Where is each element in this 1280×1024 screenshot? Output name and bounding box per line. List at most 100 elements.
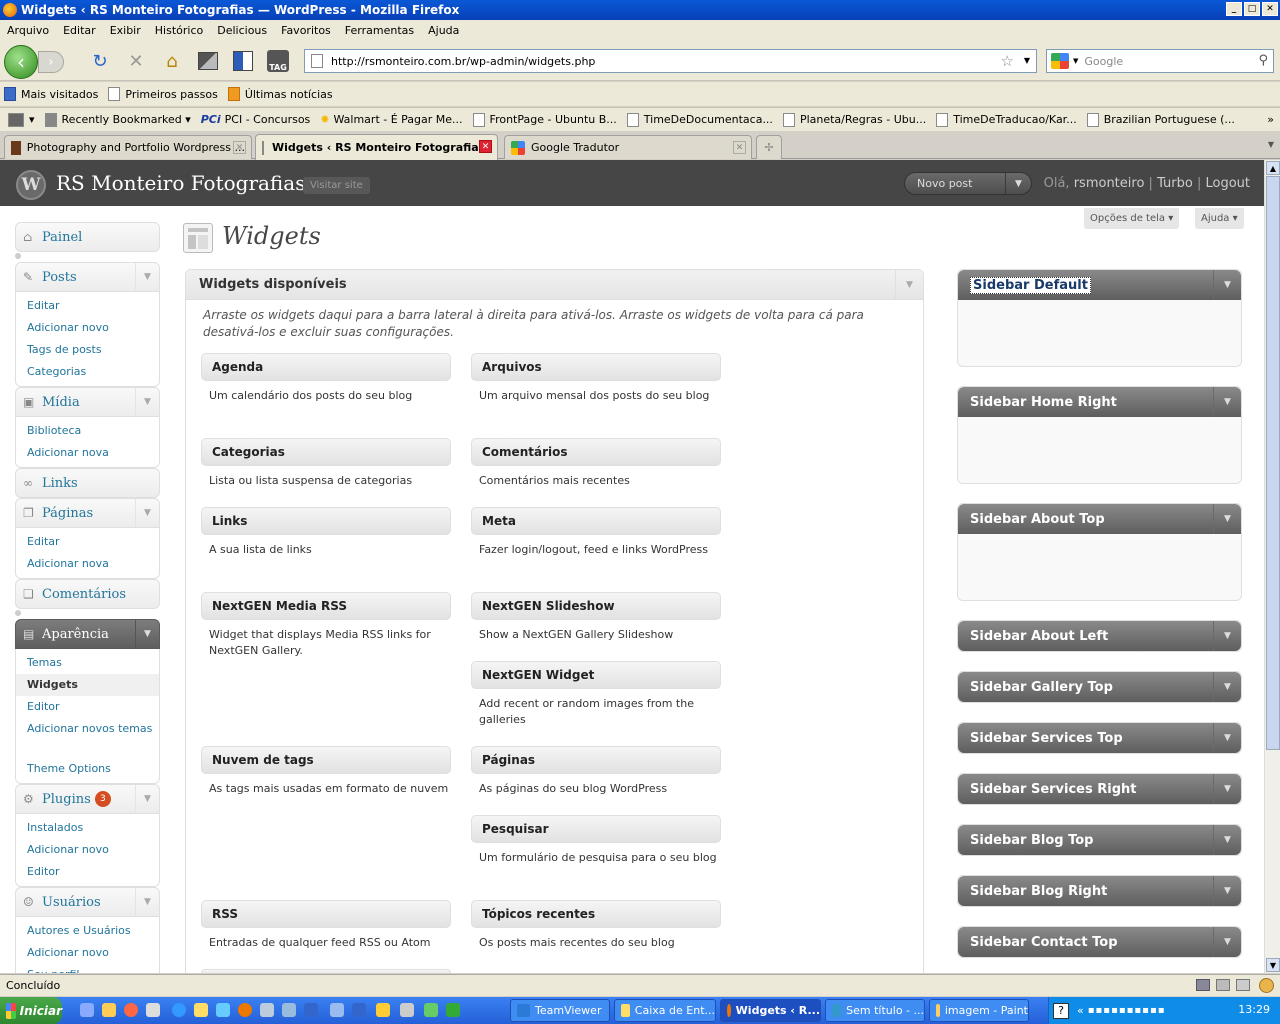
addon-icon[interactable] — [1216, 979, 1230, 991]
submenu-item[interactable]: Adicionar nova — [16, 553, 159, 575]
task-firefox-widgets[interactable]: Widgets ‹ R... — [720, 999, 821, 1022]
google-icon[interactable] — [1051, 53, 1069, 69]
chevron-down-icon[interactable]: ▼ — [1213, 927, 1241, 957]
screen-options-button[interactable]: Opções de tela ▾ — [1084, 208, 1180, 229]
forward-button[interactable]: › — [38, 51, 64, 73]
scroll-up-icon[interactable]: ▲ — [1266, 161, 1280, 175]
widget-nextgen-slideshow[interactable]: NextGEN Slideshow — [471, 592, 721, 620]
menu-comentarios[interactable]: ❏ Comentários — [15, 579, 160, 609]
quicklaunch-icon[interactable] — [424, 1003, 438, 1017]
scrollbar-thumb[interactable] — [1266, 176, 1280, 750]
menu-plugins[interactable]: ⚙ Plugins 3 ▼ — [15, 784, 160, 814]
submenu-item[interactable]: Instalados — [16, 817, 159, 839]
menu-ferramentas[interactable]: Ferramentas — [338, 24, 421, 37]
menu-toggle-icon[interactable]: ▼ — [135, 620, 159, 648]
chevron-down-icon[interactable]: ▼ — [1005, 173, 1031, 194]
submenu-item[interactable]: Adicionar novo — [16, 942, 159, 964]
bookmark-mais-visitados[interactable]: Mais visitados — [4, 87, 98, 101]
tab-widgets[interactable]: Widgets ‹ RS Monteiro Fotografia... ✕ — [255, 134, 498, 160]
widget-arquivos[interactable]: Arquivos — [471, 353, 721, 381]
submenu-item[interactable]: Editar — [16, 531, 159, 553]
submenu-item[interactable]: Editor — [16, 696, 159, 718]
bookmark-ultimas-noticias[interactable]: Últimas notícias — [227, 87, 333, 101]
widget-nextgen-media-rss[interactable]: NextGEN Media RSS — [201, 592, 451, 620]
tab-list-icon[interactable]: ▼ — [1268, 140, 1274, 149]
firefox-icon[interactable] — [238, 1003, 252, 1017]
close-window-button[interactable]: ✕ — [1262, 2, 1278, 16]
bookmark-pci-concursos[interactable]: PCi PCI - Concursos — [201, 113, 311, 126]
chevron-down-icon[interactable]: ▼ — [1213, 504, 1241, 534]
menu-toggle-icon[interactable]: ▼ — [135, 499, 159, 527]
submenu-item[interactable]: Editar — [16, 295, 159, 317]
widget-rss[interactable]: RSS — [201, 900, 451, 928]
submenu-item[interactable]: Theme Options — [16, 758, 159, 780]
task-sem-titulo[interactable]: Sem título - ... — [825, 999, 925, 1022]
sidebar-drop-area[interactable] — [958, 534, 1241, 600]
quicklaunch-icon[interactable] — [282, 1003, 296, 1017]
tray-icons[interactable]: ▪▪▪▪▪▪▪▪▪▪ — [1088, 1005, 1166, 1016]
menu-toggle-icon[interactable]: ▼ — [135, 263, 159, 291]
new-tab-button[interactable]: ✢ — [756, 135, 782, 159]
quicklaunch-icon[interactable] — [80, 1003, 94, 1017]
submenu-item[interactable]: Adicionar novo — [16, 839, 159, 861]
sidebar-header[interactable]: Sidebar Services Top ▼ — [958, 723, 1241, 753]
visit-site-button[interactable]: Visitar site — [303, 177, 370, 194]
back-button[interactable]: ‹ — [4, 45, 38, 79]
available-widgets-header[interactable]: Widgets disponíveis ▼ — [186, 270, 923, 300]
quicklaunch-icon[interactable] — [304, 1003, 318, 1017]
quicklaunch-icon[interactable] — [146, 1003, 160, 1017]
bookmark-planeta-regras[interactable]: Planeta/Regras - Ubu... — [782, 112, 926, 127]
menu-paginas[interactable]: ❐ Páginas ▼ — [15, 498, 160, 528]
quicklaunch-icon[interactable] — [400, 1003, 414, 1017]
tab-photography-portfolio[interactable]: Photography and Portfolio Wordpress ... … — [4, 135, 252, 159]
submenu-item-current[interactable]: Widgets — [16, 674, 159, 696]
chevron-down-icon[interactable]: ▼ — [1213, 387, 1241, 417]
bookmark-recently-bookmarked[interactable]: Recently Bookmarked ▾ — [44, 112, 191, 127]
menu-painel[interactable]: ⌂ Painel — [15, 222, 160, 252]
menu-toggle-icon[interactable]: ▼ — [135, 785, 159, 813]
quicklaunch-icon[interactable] — [102, 1003, 116, 1017]
bookmark-timedetraducao[interactable]: TimeDeTraducao/Kar... — [936, 112, 1077, 127]
sidebar-header[interactable]: Sidebar Services Right ▼ — [958, 774, 1241, 804]
chevron-down-icon[interactable]: ▼ — [1213, 270, 1241, 300]
delicious-icon[interactable] — [231, 49, 255, 73]
widget-agenda[interactable]: Agenda — [201, 353, 451, 381]
bookmark-tool-icon[interactable] — [196, 49, 220, 73]
sidebar-header[interactable]: Sidebar Blog Top ▼ — [958, 825, 1241, 855]
menu-delicious[interactable]: Delicious — [210, 24, 274, 37]
widget-nuvem-de-tags[interactable]: Nuvem de tags — [201, 746, 451, 774]
menu-toggle-icon[interactable]: ▼ — [135, 888, 159, 916]
widget-categorias[interactable]: Categorias — [201, 438, 451, 466]
menu-historico[interactable]: Histórico — [148, 24, 210, 37]
sidebar-header[interactable]: Sidebar Contact Top ▼ — [958, 927, 1241, 957]
sidebar-header[interactable]: Sidebar Gallery Top ▼ — [958, 672, 1241, 702]
submenu-item[interactable]: Adicionar novo — [16, 317, 159, 339]
tag-icon[interactable]: TAG — [266, 49, 290, 73]
menu-aparencia[interactable]: ▤ Aparência ▼ — [15, 619, 160, 649]
mail-icon[interactable] — [1236, 979, 1250, 991]
menu-posts[interactable]: ✎ Posts ▼ — [15, 262, 160, 292]
widget-partial[interactable] — [201, 969, 451, 973]
menu-toggle-icon[interactable]: ▼ — [135, 388, 159, 416]
menu-links[interactable]: ∞ Links — [15, 468, 160, 498]
chevron-down-icon[interactable]: ▼ — [1213, 672, 1241, 702]
home-icon[interactable]: ⌂ — [160, 49, 184, 73]
close-tab-icon[interactable]: ✕ — [479, 140, 492, 153]
quicklaunch-icon[interactable] — [376, 1003, 390, 1017]
quicklaunch-icon[interactable] — [352, 1003, 366, 1017]
sidebar-drop-area[interactable] — [958, 300, 1241, 366]
widget-pesquisar[interactable]: Pesquisar — [471, 815, 721, 843]
widget-topicos-recentes[interactable]: Tópicos recentes — [471, 900, 721, 928]
stop-icon[interactable]: ✕ — [124, 49, 148, 73]
widget-links[interactable]: Links — [201, 507, 451, 535]
star-icon[interactable]: ☆ — [1001, 52, 1014, 70]
bookmark-primeiros-passos[interactable]: Primeiros passos — [108, 87, 218, 101]
quicklaunch-icon[interactable] — [194, 1003, 208, 1017]
submenu-item[interactable]: Biblioteca — [16, 420, 159, 442]
submenu-item[interactable]: Tags de posts — [16, 339, 159, 361]
submenu-item[interactable]: Seu perfil — [16, 964, 159, 973]
task-paint[interactable]: imagem - Paint — [929, 999, 1029, 1022]
chrome-icon[interactable] — [124, 1003, 138, 1017]
search-input[interactable]: Google — [1084, 55, 1123, 68]
scroll-down-icon[interactable]: ▼ — [1266, 958, 1280, 972]
